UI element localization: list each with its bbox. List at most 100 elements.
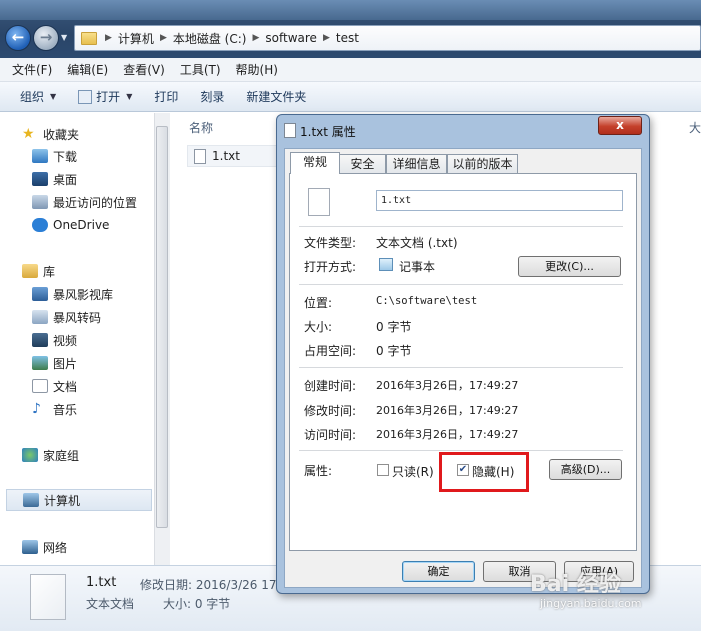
- divider: [299, 450, 623, 451]
- sidebar-label: 收藏夹: [43, 127, 80, 142]
- breadcrumb-drive[interactable]: 本地磁盘 (C:): [173, 30, 247, 47]
- forward-button[interactable]: →: [33, 25, 59, 51]
- sidebar-label: 音乐: [53, 402, 78, 417]
- caret-down-icon: ▼: [50, 92, 57, 101]
- modified-value: 2016年3月26日，17:49:27: [376, 404, 519, 417]
- advanced-button[interactable]: 高级(D)...: [549, 459, 622, 480]
- dialog-title: 1.txt 属性: [300, 125, 356, 139]
- new-folder-button[interactable]: 新建文件夹: [246, 88, 306, 105]
- computer-icon: [23, 493, 39, 507]
- highlight-box: [439, 452, 529, 492]
- back-button[interactable]: ←: [5, 25, 31, 51]
- picture-icon: [32, 356, 48, 370]
- menu-view[interactable]: 查看(V): [123, 61, 165, 78]
- organize-button[interactable]: 组织 ▼: [20, 88, 56, 105]
- sidebar-item-network[interactable]: 网络: [22, 536, 176, 558]
- text-file-icon: [30, 574, 66, 620]
- created-value: 2016年3月26日，17:49:27: [376, 379, 519, 392]
- sidebar-label: 库: [43, 264, 56, 279]
- details-modified: 修改日期: 2016/3/26 17: [140, 578, 277, 592]
- tab-general[interactable]: 常规: [290, 152, 340, 174]
- menu-file[interactable]: 文件(F): [12, 61, 52, 78]
- chevron-right-icon[interactable]: ▶: [252, 33, 259, 43]
- size-value: 0 字节: [376, 320, 412, 334]
- disk-size-value: 0 字节: [376, 344, 412, 358]
- sidebar-label: 暴风转码: [53, 310, 102, 325]
- chevron-right-icon[interactable]: ▶: [160, 33, 167, 43]
- divider: [299, 284, 623, 285]
- organize-label: 组织: [20, 90, 45, 104]
- chevron-right-icon[interactable]: ▶: [323, 33, 330, 43]
- readonly-checkbox[interactable]: [377, 464, 389, 476]
- burn-button[interactable]: 刻录: [200, 88, 224, 105]
- tab-security[interactable]: 安全: [339, 154, 386, 174]
- sidebar-label: 视频: [53, 333, 78, 348]
- address-bar[interactable]: ▶ 计算机 ▶ 本地磁盘 (C:) ▶ software ▶ test: [74, 25, 701, 51]
- menu-help[interactable]: 帮助(H): [236, 61, 278, 78]
- open-button[interactable]: 打开 ▼: [78, 88, 132, 105]
- details-filename: 1.txt: [86, 575, 117, 590]
- column-header-size[interactable]: 大: [689, 119, 701, 136]
- sidebar-label: 下载: [53, 149, 78, 164]
- text-file-icon: [284, 123, 296, 138]
- sidebar-label: 暴风影视库: [53, 287, 114, 302]
- open-with-label: 打开方式:: [304, 260, 357, 274]
- print-button[interactable]: 打印: [154, 88, 178, 105]
- accessed-label: 访问时间:: [304, 428, 357, 442]
- desktop-icon: [32, 172, 48, 186]
- document-icon: [32, 379, 48, 393]
- column-header-name[interactable]: 名称: [189, 119, 213, 136]
- file-item[interactable]: 1.txt: [187, 145, 277, 167]
- watermark-url: jingyan.baidu.com: [540, 597, 642, 610]
- sidebar-label: 文档: [53, 379, 78, 394]
- breadcrumb-software[interactable]: software: [265, 31, 317, 45]
- film-icon: [32, 333, 48, 347]
- sidebar-label: 家庭组: [43, 448, 80, 463]
- sidebar-scroll-thumb[interactable]: [156, 126, 168, 528]
- sidebar-item-computer[interactable]: 计算机: [6, 489, 152, 511]
- notepad-icon: [379, 258, 393, 271]
- music-note-icon: ♪: [32, 401, 41, 417]
- divider: [299, 367, 623, 368]
- transcode-icon: [32, 310, 48, 324]
- close-button[interactable]: x: [598, 116, 642, 135]
- menu-tools[interactable]: 工具(T): [180, 61, 221, 78]
- menu-edit[interactable]: 编辑(E): [67, 61, 108, 78]
- tab-details[interactable]: 详细信息: [386, 154, 447, 174]
- star-icon: ★: [22, 126, 35, 142]
- readonly-label[interactable]: 只读(R): [392, 463, 434, 480]
- library-icon: [22, 264, 38, 278]
- file-name: 1.txt: [212, 149, 240, 163]
- document-icon: [78, 89, 93, 104]
- network-icon: [22, 540, 38, 554]
- location-label: 位置:: [304, 296, 333, 310]
- sidebar-item-favorites[interactable]: ★ 收藏夹: [22, 123, 176, 145]
- breadcrumb-test[interactable]: test: [336, 31, 359, 45]
- open-label: 打开: [96, 90, 121, 104]
- video-library-icon: [32, 287, 48, 301]
- divider: [299, 226, 623, 227]
- details-type: 文本文档: [86, 597, 135, 611]
- change-button[interactable]: 更改(C)...: [518, 256, 621, 277]
- details-size: 大小: 0 字节: [163, 597, 231, 611]
- download-folder-icon: [32, 149, 48, 163]
- sidebar-label: 计算机: [44, 493, 81, 508]
- open-with-value: 记事本: [399, 260, 436, 274]
- filename-field[interactable]: 1.txt: [376, 190, 623, 211]
- text-file-icon: [308, 188, 330, 216]
- history-dropdown-icon[interactable]: ▼: [61, 33, 69, 42]
- sidebar-item-library[interactable]: 库: [22, 260, 176, 282]
- sidebar-item-homegroup[interactable]: 家庭组: [22, 444, 176, 466]
- ok-button[interactable]: 确定: [402, 561, 475, 582]
- created-label: 创建时间:: [304, 379, 357, 393]
- navigation-pane: ★ 收藏夹 下载 桌面 最近访问的位置 OneDrive 库 暴风影视库 暴风转码…: [0, 113, 154, 565]
- text-file-icon: [194, 148, 206, 164]
- type-label: 文件类型:: [304, 236, 357, 250]
- chevron-right-icon[interactable]: ▶: [105, 33, 112, 43]
- sidebar-label: 最近访问的位置: [53, 195, 138, 210]
- attributes-label: 属性:: [304, 464, 333, 478]
- tab-previous-versions[interactable]: 以前的版本: [447, 154, 518, 174]
- breadcrumb-computer[interactable]: 计算机: [118, 30, 154, 47]
- sidebar-label: 桌面: [53, 172, 78, 187]
- general-tab-panel: [289, 173, 637, 551]
